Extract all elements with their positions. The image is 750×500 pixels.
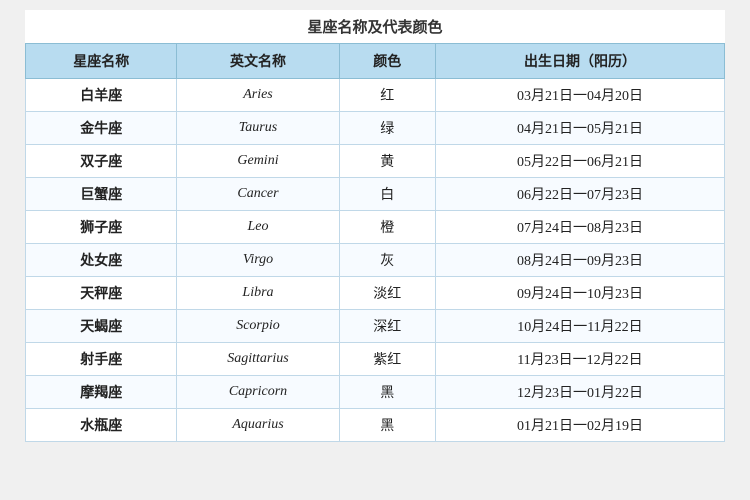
cell-en: Scorpio [177, 310, 339, 343]
table-row: 金牛座Taurus绿04月21日一05月21日 [26, 112, 725, 145]
cell-color: 灰 [339, 244, 435, 277]
cell-zh: 白羊座 [26, 79, 177, 112]
cell-en: Virgo [177, 244, 339, 277]
table-row: 天蝎座Scorpio深红10月24日一11月22日 [26, 310, 725, 343]
cell-color: 深红 [339, 310, 435, 343]
header-zh: 星座名称 [26, 44, 177, 79]
cell-dates: 03月21日一04月20日 [435, 79, 724, 112]
cell-dates: 06月22日一07月23日 [435, 178, 724, 211]
cell-en: Sagittarius [177, 343, 339, 376]
cell-en: Gemini [177, 145, 339, 178]
cell-dates: 04月21日一05月21日 [435, 112, 724, 145]
header-en: 英文名称 [177, 44, 339, 79]
cell-en: Aries [177, 79, 339, 112]
cell-en: Aquarius [177, 409, 339, 442]
cell-color: 黑 [339, 376, 435, 409]
table-row: 射手座Sagittarius紫红11月23日一12月22日 [26, 343, 725, 376]
cell-color: 橙 [339, 211, 435, 244]
main-container: 星座名称及代表颜色 星座名称 英文名称 颜色 出生日期（阳历） 白羊座Aries… [25, 10, 725, 442]
cell-dates: 10月24日一11月22日 [435, 310, 724, 343]
cell-color: 黑 [339, 409, 435, 442]
zodiac-table: 星座名称 英文名称 颜色 出生日期（阳历） 白羊座Aries红03月21日一04… [25, 43, 725, 442]
table-row: 白羊座Aries红03月21日一04月20日 [26, 79, 725, 112]
header-dates: 出生日期（阳历） [435, 44, 724, 79]
table-row: 摩羯座Capricorn黑12月23日一01月22日 [26, 376, 725, 409]
cell-zh: 处女座 [26, 244, 177, 277]
table-row: 巨蟹座Cancer白06月22日一07月23日 [26, 178, 725, 211]
cell-zh: 狮子座 [26, 211, 177, 244]
cell-dates: 09月24日一10月23日 [435, 277, 724, 310]
cell-en: Cancer [177, 178, 339, 211]
cell-en: Capricorn [177, 376, 339, 409]
table-row: 处女座Virgo灰08月24日一09月23日 [26, 244, 725, 277]
cell-zh: 巨蟹座 [26, 178, 177, 211]
cell-zh: 双子座 [26, 145, 177, 178]
cell-zh: 金牛座 [26, 112, 177, 145]
cell-color: 紫红 [339, 343, 435, 376]
table-row: 狮子座Leo橙07月24日一08月23日 [26, 211, 725, 244]
cell-zh: 摩羯座 [26, 376, 177, 409]
table-header-row: 星座名称 英文名称 颜色 出生日期（阳历） [26, 44, 725, 79]
cell-color: 红 [339, 79, 435, 112]
cell-en: Libra [177, 277, 339, 310]
cell-dates: 07月24日一08月23日 [435, 211, 724, 244]
cell-color: 绿 [339, 112, 435, 145]
cell-zh: 射手座 [26, 343, 177, 376]
cell-zh: 天蝎座 [26, 310, 177, 343]
cell-dates: 11月23日一12月22日 [435, 343, 724, 376]
cell-dates: 12月23日一01月22日 [435, 376, 724, 409]
cell-zh: 水瓶座 [26, 409, 177, 442]
cell-color: 黄 [339, 145, 435, 178]
table-row: 水瓶座Aquarius黑01月21日一02月19日 [26, 409, 725, 442]
header-color: 颜色 [339, 44, 435, 79]
cell-dates: 05月22日一06月21日 [435, 145, 724, 178]
cell-dates: 08月24日一09月23日 [435, 244, 724, 277]
cell-en: Taurus [177, 112, 339, 145]
cell-zh: 天秤座 [26, 277, 177, 310]
cell-color: 白 [339, 178, 435, 211]
cell-dates: 01月21日一02月19日 [435, 409, 724, 442]
page-title: 星座名称及代表颜色 [25, 10, 725, 43]
table-row: 天秤座Libra淡红09月24日一10月23日 [26, 277, 725, 310]
cell-color: 淡红 [339, 277, 435, 310]
table-row: 双子座Gemini黄05月22日一06月21日 [26, 145, 725, 178]
cell-en: Leo [177, 211, 339, 244]
